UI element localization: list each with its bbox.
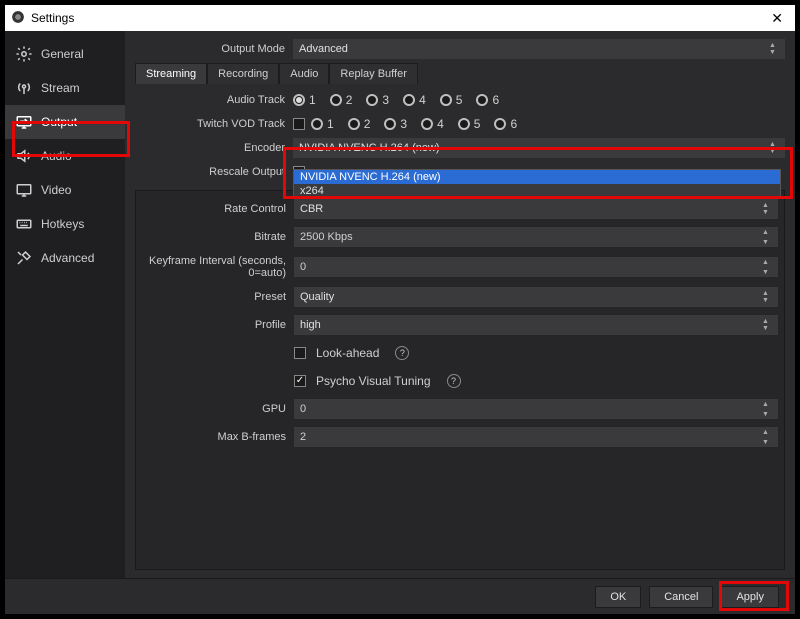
monitor-icon [15,181,33,199]
spinner-icon[interactable]: ▲▼ [762,427,776,447]
help-icon[interactable]: ? [395,346,409,360]
sidebar: General Stream Output Audio Video Hotkey… [5,31,125,578]
output-mode-label: Output Mode [135,43,293,55]
encoder-label: Encoder [135,142,293,154]
output-mode-value: Advanced [299,43,348,55]
titlebar: Settings ✕ [5,5,795,31]
rescale-output-label: Rescale Output [135,166,293,178]
tab-streaming[interactable]: Streaming [135,63,207,84]
close-button[interactable]: ✕ [765,10,789,27]
psycho-visual-label: Psycho Visual Tuning [316,374,431,388]
sidebar-item-audio[interactable]: Audio [5,139,125,173]
spinner-icon[interactable]: ▲▼ [762,227,776,247]
max-bframes-input[interactable]: 2 ▲▼ [294,427,778,447]
output-tabs: Streaming Recording Audio Replay Buffer [135,63,785,84]
twitch-vod-group: 1 2 3 4 5 6 [293,117,785,131]
twitch-track-radio-1[interactable] [311,118,323,130]
content-area: Output Mode Advanced ▲▼ Streaming Record… [125,31,795,578]
bitrate-label: Bitrate [136,231,294,243]
tab-recording[interactable]: Recording [207,63,279,84]
spinner-icon[interactable]: ▲▼ [762,257,776,277]
help-icon[interactable]: ? [447,374,461,388]
audio-track-radio-1[interactable] [293,94,305,106]
audio-track-radio-3[interactable] [366,94,378,106]
sidebar-item-label: Hotkeys [41,217,84,231]
twitch-track-radio-2[interactable] [348,118,360,130]
sidebar-item-label: Output [41,115,77,129]
sidebar-item-output[interactable]: Output [5,105,125,139]
apply-button[interactable]: Apply [721,586,779,608]
keyboard-icon [15,215,33,233]
audio-track-group: 1 2 3 4 5 6 [293,93,785,107]
app-icon [11,10,25,27]
twitch-vod-label: Twitch VOD Track [135,118,293,130]
chevron-updown-icon: ▲▼ [762,199,776,219]
speaker-icon [15,147,33,165]
audio-track-radio-6[interactable] [476,94,488,106]
twitch-vod-enable-checkbox[interactable] [293,118,305,130]
sidebar-item-stream[interactable]: Stream [5,71,125,105]
audio-track-radio-4[interactable] [403,94,415,106]
keyframe-label: Keyframe Interval (seconds, 0=auto) [136,255,294,279]
lookahead-label: Look-ahead [316,346,379,360]
encoder-option-x264[interactable]: x264 [294,184,780,198]
bitrate-input[interactable]: 2500 Kbps ▲▼ [294,227,778,247]
chevron-updown-icon: ▲▼ [762,315,776,335]
max-bframes-label: Max B-frames [136,431,294,443]
encoder-select[interactable]: NVIDIA NVENC H.264 (new) ▲▼ [293,138,785,158]
encoder-dropdown[interactable]: NVIDIA NVENC H.264 (new) x264 [293,169,781,199]
twitch-track-radio-5[interactable] [458,118,470,130]
ok-button[interactable]: OK [595,586,641,608]
rate-control-select[interactable]: CBR ▲▼ [294,199,778,219]
sidebar-item-label: Advanced [41,251,94,265]
psycho-visual-checkbox[interactable] [294,375,306,387]
chevron-updown-icon: ▲▼ [762,287,776,307]
twitch-track-radio-6[interactable] [494,118,506,130]
monitor-arrow-icon [15,113,33,131]
sidebar-item-hotkeys[interactable]: Hotkeys [5,207,125,241]
preset-label: Preset [136,291,294,303]
sidebar-item-label: Audio [41,149,72,163]
rate-control-label: Rate Control [136,203,294,215]
settings-window: Settings ✕ General Stream Output Audio [4,4,796,615]
profile-label: Profile [136,319,294,331]
window-title: Settings [31,11,74,25]
twitch-track-radio-4[interactable] [421,118,433,130]
encoder-settings-panel: Rate Control CBR ▲▼ Bitrate 2500 Kbps ▲▼… [135,190,785,570]
dialog-footer: OK Cancel Apply [5,578,795,614]
preset-select[interactable]: Quality ▲▼ [294,287,778,307]
sidebar-item-advanced[interactable]: Advanced [5,241,125,275]
gpu-label: GPU [136,403,294,415]
audio-track-radio-2[interactable] [330,94,342,106]
audio-track-label: Audio Track [135,94,293,106]
keyframe-input[interactable]: 0 ▲▼ [294,257,778,277]
chevron-updown-icon: ▲▼ [769,39,783,59]
twitch-track-radio-3[interactable] [384,118,396,130]
tab-audio[interactable]: Audio [279,63,329,84]
antenna-icon [15,79,33,97]
sidebar-item-label: Video [41,183,71,197]
chevron-updown-icon: ▲▼ [769,138,783,158]
sidebar-item-general[interactable]: General [5,37,125,71]
profile-select[interactable]: high ▲▼ [294,315,778,335]
sidebar-item-label: Stream [41,81,80,95]
sidebar-item-video[interactable]: Video [5,173,125,207]
lookahead-checkbox[interactable] [294,347,306,359]
encoder-value: NVIDIA NVENC H.264 (new) [299,142,440,154]
encoder-option-nvenc[interactable]: NVIDIA NVENC H.264 (new) [294,170,780,184]
sidebar-item-label: General [41,47,84,61]
tools-icon [15,249,33,267]
cancel-button[interactable]: Cancel [649,586,713,608]
gear-icon [15,45,33,63]
spinner-icon[interactable]: ▲▼ [762,399,776,419]
output-mode-select[interactable]: Advanced ▲▼ [293,39,785,59]
audio-track-radio-5[interactable] [440,94,452,106]
gpu-input[interactable]: 0 ▲▼ [294,399,778,419]
tab-replay-buffer[interactable]: Replay Buffer [329,63,417,84]
